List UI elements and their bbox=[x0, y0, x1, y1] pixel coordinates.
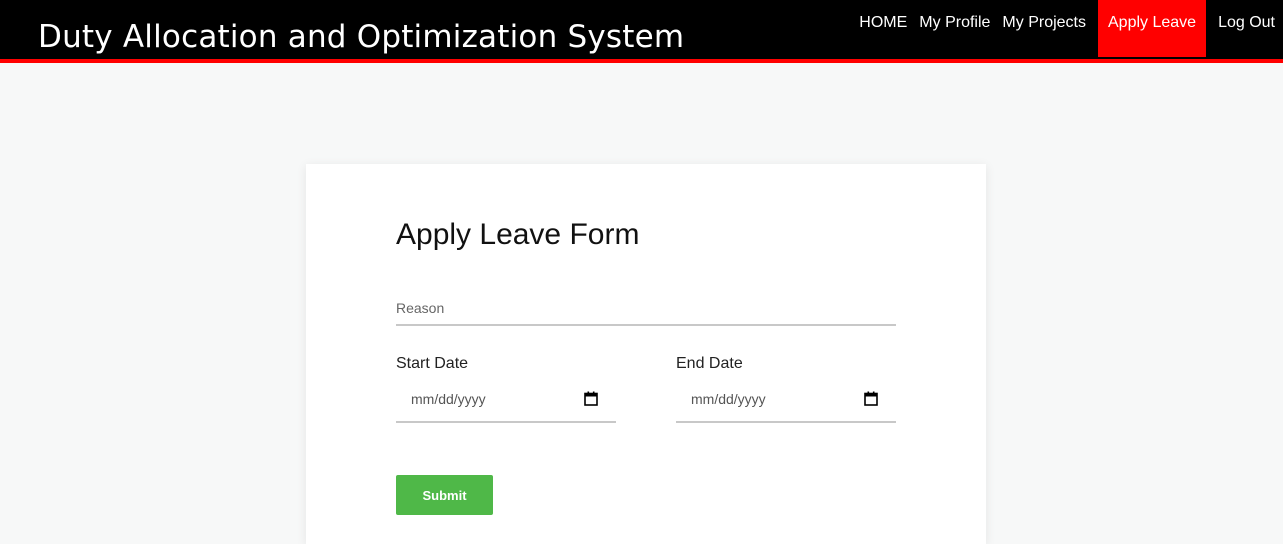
calendar-icon[interactable] bbox=[584, 391, 598, 406]
start-date-label: Start Date bbox=[396, 355, 469, 372]
top-navbar: Duty Allocation and Optimization System … bbox=[0, 0, 1283, 63]
nav-my-projects[interactable]: My Projects bbox=[996, 0, 1092, 57]
start-date-input[interactable]: mm/dd/yyyy bbox=[396, 379, 616, 423]
leave-form-card: Apply Leave Form Start Date mm/dd/yyyy E… bbox=[306, 164, 986, 544]
nav-my-profile[interactable]: My Profile bbox=[913, 0, 996, 57]
end-date-label: End Date bbox=[676, 355, 743, 372]
calendar-icon[interactable] bbox=[864, 391, 878, 406]
app-title: Duty Allocation and Optimization System bbox=[38, 19, 685, 55]
submit-button[interactable]: Submit bbox=[396, 475, 493, 515]
main-nav: HOME My Profile My Projects Apply Leave … bbox=[853, 0, 1283, 57]
end-date-placeholder: mm/dd/yyyy bbox=[691, 391, 766, 407]
form-title: Apply Leave Form bbox=[396, 218, 640, 251]
end-date-input[interactable]: mm/dd/yyyy bbox=[676, 379, 896, 423]
start-date-placeholder: mm/dd/yyyy bbox=[411, 391, 486, 407]
nav-apply-leave[interactable]: Apply Leave bbox=[1098, 0, 1207, 57]
nav-home[interactable]: HOME bbox=[853, 0, 913, 57]
nav-log-out[interactable]: Log Out bbox=[1212, 0, 1283, 57]
reason-input[interactable] bbox=[396, 292, 896, 326]
